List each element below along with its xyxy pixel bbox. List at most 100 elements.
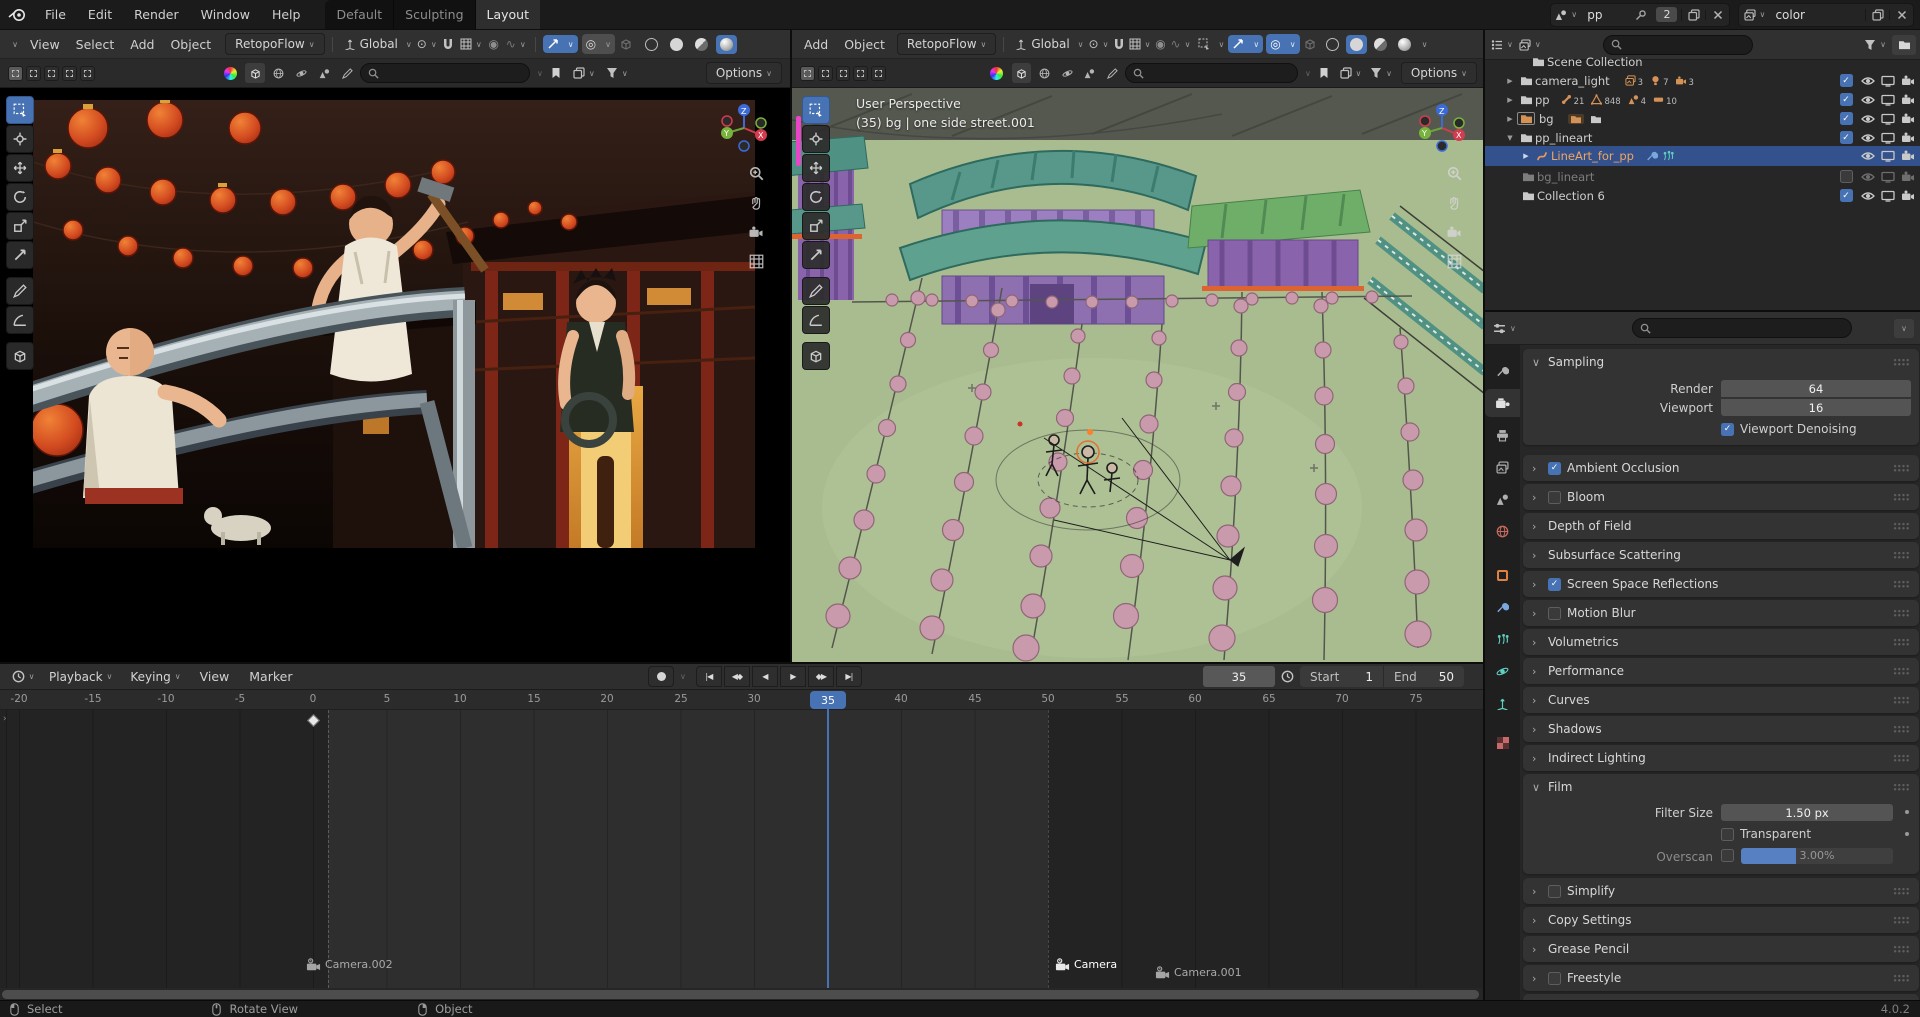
keying-options-icon[interactable]: ∨: [680, 672, 686, 681]
menu-view[interactable]: View: [22, 30, 68, 58]
playhead-line[interactable]: [827, 694, 829, 988]
zoom-icon[interactable]: [1446, 166, 1462, 181]
hide-eye-icon[interactable]: [1859, 92, 1877, 108]
tool-move[interactable]: [802, 154, 830, 182]
select-mode-subtract[interactable]: [44, 66, 59, 81]
orientation-dropdown[interactable]: Global∨: [1011, 37, 1087, 51]
hide-eye-icon[interactable]: [1859, 188, 1877, 204]
shading-wireframe-icon[interactable]: [641, 35, 662, 54]
menu-help[interactable]: Help: [261, 0, 312, 29]
zoom-icon[interactable]: [748, 166, 764, 181]
panel-sampling-header[interactable]: ∨Sampling: [1523, 349, 1919, 375]
render-disable-icon[interactable]: [1899, 188, 1917, 204]
outliner-row-bg-lineart[interactable]: bg_lineart: [1485, 167, 1920, 186]
menu-window[interactable]: Window: [190, 0, 261, 29]
tab-texture[interactable]: [1485, 729, 1520, 757]
animate-dot-icon[interactable]: [1905, 810, 1909, 814]
visibility-font-icon[interactable]: [314, 68, 334, 79]
next-keyframe-button[interactable]: ◆▶: [808, 666, 834, 687]
pan-icon[interactable]: [748, 196, 764, 211]
panel-curves[interactable]: ›Curves: [1523, 687, 1919, 713]
panel-ambient-occlusion[interactable]: ›✓Ambient Occlusion: [1523, 455, 1919, 481]
xray-toggle-icon[interactable]: [615, 38, 637, 50]
visibility-mesh-icon[interactable]: [245, 63, 265, 83]
marker-menu[interactable]: Marker: [239, 664, 302, 689]
animate-dot-icon[interactable]: [1905, 832, 1909, 836]
panel-performance[interactable]: ›Performance: [1523, 658, 1919, 684]
tool-move[interactable]: [6, 154, 34, 182]
panel-shadows[interactable]: ›Shadows: [1523, 716, 1919, 742]
nav-gizmo[interactable]: ZXY: [716, 100, 772, 156]
tool-measure[interactable]: [6, 306, 34, 334]
shading-material-icon[interactable]: [1370, 35, 1391, 54]
jump-to-start-button[interactable]: |◀: [696, 666, 722, 687]
editor-type-icon[interactable]: ∨: [4, 40, 22, 49]
current-frame-field[interactable]: 35: [1203, 666, 1275, 687]
play-reverse-button[interactable]: ◀: [752, 666, 778, 687]
marker-camera-001[interactable]: Camera.001: [1155, 966, 1242, 981]
camera-view-icon[interactable]: [748, 226, 764, 239]
menu-object[interactable]: Object: [836, 30, 893, 58]
search-options-icon[interactable]: ∨: [537, 69, 543, 78]
proportional-edit-icon[interactable]: ◉: [1152, 37, 1170, 51]
snap-settings-icon[interactable]: ∨: [1128, 38, 1152, 50]
tool-measure[interactable]: [802, 306, 830, 334]
tab-physics[interactable]: [1485, 657, 1520, 685]
panel-motion-blur[interactable]: ›Motion Blur: [1523, 600, 1919, 626]
pivot-icon[interactable]: ⊙∨: [416, 37, 438, 51]
menu-render[interactable]: Render: [123, 0, 190, 29]
overlays-toggle-icon[interactable]: ◎∨: [582, 34, 615, 54]
retopoflow-menu[interactable]: RetopoFlow∨: [897, 33, 996, 55]
outliner-row-scene-collection[interactable]: Scene Collection: [1485, 52, 1920, 71]
select-mode-set[interactable]: [8, 66, 23, 81]
menu-select[interactable]: Select: [68, 30, 123, 58]
tool-transform[interactable]: [6, 241, 34, 269]
panel-depth-of-field[interactable]: ›Depth of Field: [1523, 513, 1919, 539]
viewport-disable-icon[interactable]: [1879, 188, 1897, 204]
shading-solid-icon[interactable]: [1346, 35, 1367, 54]
prev-keyframe-button[interactable]: ◀◆: [724, 666, 750, 687]
perspective-toggle-icon[interactable]: [1446, 254, 1462, 269]
display-mode-icon[interactable]: ∨: [1519, 39, 1541, 51]
tool-annotate[interactable]: [6, 277, 34, 305]
tab-view-layer[interactable]: [1485, 453, 1520, 481]
proportional-edit-icon[interactable]: ◉: [484, 37, 504, 51]
panel-simplify[interactable]: ›Simplify: [1523, 878, 1919, 904]
pivot-icon[interactable]: ⊙∨: [1088, 37, 1110, 51]
tool-rotate[interactable]: [802, 183, 830, 211]
retopoflow-menu[interactable]: RetopoFlow∨: [225, 33, 324, 55]
color-wheel-icon[interactable]: [985, 67, 1009, 80]
panel-copy-settings[interactable]: ›Copy Settings: [1523, 907, 1919, 933]
render-disable-icon[interactable]: [1899, 148, 1917, 164]
pin-icon[interactable]: [1630, 9, 1652, 21]
shading-material-icon[interactable]: [691, 35, 712, 54]
outliner-row-pp-lineart[interactable]: ▼ pp_lineart ✓: [1485, 128, 1920, 147]
annotation-icon[interactable]: [546, 67, 566, 79]
timeline-body[interactable]: › Camera.002 Camera Camera.001: [0, 710, 1483, 988]
right-viewport-scene[interactable]: [792, 88, 1485, 662]
select-mode-invert[interactable]: [853, 66, 868, 81]
shading-rendered-icon[interactable]: [716, 35, 737, 54]
drag-dots-icon[interactable]: [1893, 783, 1910, 791]
tab-sculpting[interactable]: Sculpting: [393, 0, 474, 29]
viewport-denoising-checkbox[interactable]: ✓Viewport Denoising: [1721, 422, 1857, 436]
scene-name-field[interactable]: pp: [1581, 8, 1630, 22]
visibility-surface-icon[interactable]: [1034, 68, 1054, 79]
panel-film-header[interactable]: ∨Film: [1523, 774, 1919, 800]
camera-view-icon[interactable]: [1446, 226, 1462, 239]
overscan-checkbox[interactable]: [1721, 849, 1734, 862]
exclude-checkbox[interactable]: ✓: [1837, 111, 1855, 127]
viewport-right-canvas[interactable]: User Perspective (35) bg | one side stre…: [792, 88, 1485, 662]
delete-scene-icon[interactable]: [1705, 10, 1729, 20]
tab-default[interactable]: Default: [325, 0, 393, 29]
xray-toggle-icon[interactable]: [1300, 38, 1320, 50]
tool-rotate[interactable]: [6, 183, 34, 211]
playhead-label[interactable]: 35: [810, 691, 846, 709]
filter-icon[interactable]: ∨: [1367, 67, 1395, 79]
tab-scene[interactable]: [1485, 485, 1520, 513]
visibility-surface-icon[interactable]: [268, 68, 288, 79]
start-frame-field[interactable]: Start1: [1300, 670, 1383, 684]
editor-type-icon[interactable]: ∨: [1493, 322, 1516, 335]
properties-search-field[interactable]: [1632, 318, 1852, 338]
hide-eye-icon[interactable]: [1859, 130, 1877, 146]
